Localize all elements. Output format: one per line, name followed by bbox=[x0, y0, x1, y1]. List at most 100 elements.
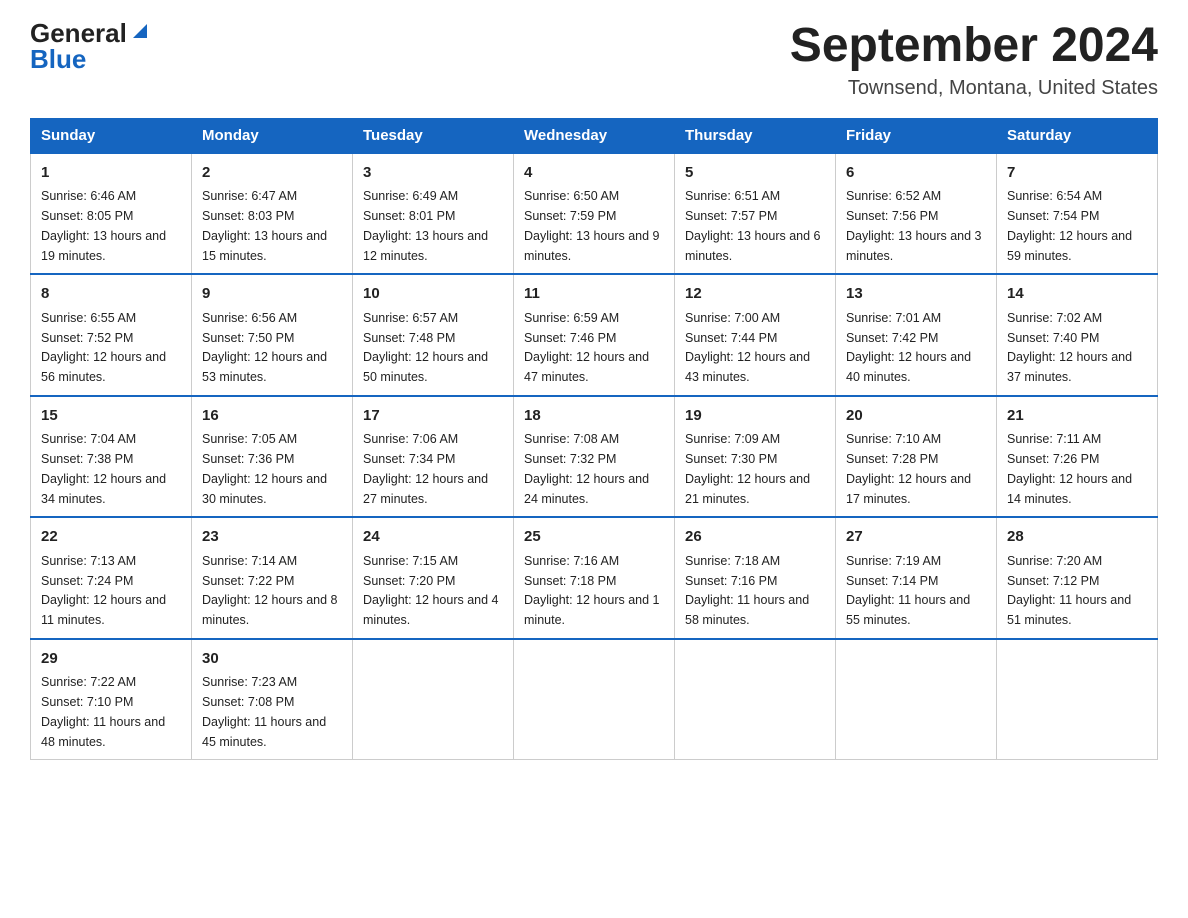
sunset-info: Sunset: 7:56 PM bbox=[846, 209, 938, 223]
day-number: 11 bbox=[524, 283, 664, 306]
sunrise-info: Sunrise: 6:54 AM bbox=[1007, 189, 1102, 203]
sunrise-info: Sunrise: 7:18 AM bbox=[685, 554, 780, 568]
day-number: 29 bbox=[41, 648, 181, 671]
day-number: 22 bbox=[41, 526, 181, 549]
day-number: 27 bbox=[846, 526, 986, 549]
daylight-info: Daylight: 11 hours and 58 minutes. bbox=[685, 593, 809, 627]
calendar-week-row: 8 Sunrise: 6:55 AM Sunset: 7:52 PM Dayli… bbox=[31, 274, 1158, 396]
table-row bbox=[353, 639, 514, 760]
sunset-info: Sunset: 7:38 PM bbox=[41, 452, 133, 466]
sunrise-info: Sunrise: 7:10 AM bbox=[846, 432, 941, 446]
day-number: 20 bbox=[846, 405, 986, 428]
sunrise-info: Sunrise: 6:46 AM bbox=[41, 189, 136, 203]
table-row: 16 Sunrise: 7:05 AM Sunset: 7:36 PM Dayl… bbox=[192, 396, 353, 518]
table-row: 24 Sunrise: 7:15 AM Sunset: 7:20 PM Dayl… bbox=[353, 517, 514, 639]
calendar-title: September 2024 bbox=[790, 20, 1158, 73]
table-row: 6 Sunrise: 6:52 AM Sunset: 7:56 PM Dayli… bbox=[836, 153, 997, 275]
title-block: September 2024 Townsend, Montana, United… bbox=[790, 20, 1158, 100]
day-number: 1 bbox=[41, 162, 181, 185]
sunset-info: Sunset: 7:42 PM bbox=[846, 331, 938, 345]
sunrise-info: Sunrise: 7:11 AM bbox=[1007, 432, 1101, 446]
sunrise-info: Sunrise: 6:55 AM bbox=[41, 311, 136, 325]
sunrise-info: Sunrise: 7:05 AM bbox=[202, 432, 297, 446]
sunset-info: Sunset: 8:01 PM bbox=[363, 209, 455, 223]
day-number: 23 bbox=[202, 526, 342, 549]
day-number: 8 bbox=[41, 283, 181, 306]
day-number: 24 bbox=[363, 526, 503, 549]
day-number: 28 bbox=[1007, 526, 1147, 549]
header-thursday: Thursday bbox=[675, 118, 836, 153]
table-row: 17 Sunrise: 7:06 AM Sunset: 7:34 PM Dayl… bbox=[353, 396, 514, 518]
table-row: 15 Sunrise: 7:04 AM Sunset: 7:38 PM Dayl… bbox=[31, 396, 192, 518]
sunset-info: Sunset: 7:08 PM bbox=[202, 695, 294, 709]
sunrise-info: Sunrise: 6:51 AM bbox=[685, 189, 780, 203]
table-row: 8 Sunrise: 6:55 AM Sunset: 7:52 PM Dayli… bbox=[31, 274, 192, 396]
sunset-info: Sunset: 7:10 PM bbox=[41, 695, 133, 709]
table-row: 1 Sunrise: 6:46 AM Sunset: 8:05 PM Dayli… bbox=[31, 153, 192, 275]
sunrise-info: Sunrise: 7:22 AM bbox=[41, 675, 136, 689]
table-row: 18 Sunrise: 7:08 AM Sunset: 7:32 PM Dayl… bbox=[514, 396, 675, 518]
day-number: 9 bbox=[202, 283, 342, 306]
table-row: 4 Sunrise: 6:50 AM Sunset: 7:59 PM Dayli… bbox=[514, 153, 675, 275]
daylight-info: Daylight: 12 hours and 59 minutes. bbox=[1007, 229, 1132, 263]
daylight-info: Daylight: 11 hours and 48 minutes. bbox=[41, 715, 165, 749]
sunset-info: Sunset: 8:05 PM bbox=[41, 209, 133, 223]
day-number: 17 bbox=[363, 405, 503, 428]
sunset-info: Sunset: 7:24 PM bbox=[41, 574, 133, 588]
day-number: 18 bbox=[524, 405, 664, 428]
table-row bbox=[836, 639, 997, 760]
day-number: 25 bbox=[524, 526, 664, 549]
table-row: 20 Sunrise: 7:10 AM Sunset: 7:28 PM Dayl… bbox=[836, 396, 997, 518]
daylight-info: Daylight: 12 hours and 11 minutes. bbox=[41, 593, 166, 627]
daylight-info: Daylight: 12 hours and 24 minutes. bbox=[524, 472, 649, 506]
day-number: 7 bbox=[1007, 162, 1147, 185]
header-sunday: Sunday bbox=[31, 118, 192, 153]
sunrise-info: Sunrise: 6:50 AM bbox=[524, 189, 619, 203]
table-row: 11 Sunrise: 6:59 AM Sunset: 7:46 PM Dayl… bbox=[514, 274, 675, 396]
sunset-info: Sunset: 7:46 PM bbox=[524, 331, 616, 345]
sunrise-info: Sunrise: 7:06 AM bbox=[363, 432, 458, 446]
daylight-info: Daylight: 11 hours and 51 minutes. bbox=[1007, 593, 1131, 627]
sunset-info: Sunset: 7:16 PM bbox=[685, 574, 777, 588]
sunset-info: Sunset: 7:20 PM bbox=[363, 574, 455, 588]
sunset-info: Sunset: 7:32 PM bbox=[524, 452, 616, 466]
sunset-info: Sunset: 7:44 PM bbox=[685, 331, 777, 345]
daylight-info: Daylight: 12 hours and 30 minutes. bbox=[202, 472, 327, 506]
sunset-info: Sunset: 7:40 PM bbox=[1007, 331, 1099, 345]
calendar-week-row: 1 Sunrise: 6:46 AM Sunset: 8:05 PM Dayli… bbox=[31, 153, 1158, 275]
table-row: 12 Sunrise: 7:00 AM Sunset: 7:44 PM Dayl… bbox=[675, 274, 836, 396]
sunrise-info: Sunrise: 7:19 AM bbox=[846, 554, 941, 568]
day-number: 21 bbox=[1007, 405, 1147, 428]
daylight-info: Daylight: 13 hours and 9 minutes. bbox=[524, 229, 660, 263]
daylight-info: Daylight: 12 hours and 27 minutes. bbox=[363, 472, 488, 506]
table-row: 5 Sunrise: 6:51 AM Sunset: 7:57 PM Dayli… bbox=[675, 153, 836, 275]
table-row: 3 Sunrise: 6:49 AM Sunset: 8:01 PM Dayli… bbox=[353, 153, 514, 275]
table-row: 30 Sunrise: 7:23 AM Sunset: 7:08 PM Dayl… bbox=[192, 639, 353, 760]
sunrise-info: Sunrise: 7:14 AM bbox=[202, 554, 297, 568]
day-number: 4 bbox=[524, 162, 664, 185]
sunrise-info: Sunrise: 7:20 AM bbox=[1007, 554, 1102, 568]
sunset-info: Sunset: 7:48 PM bbox=[363, 331, 455, 345]
day-number: 3 bbox=[363, 162, 503, 185]
daylight-info: Daylight: 12 hours and 8 minutes. bbox=[202, 593, 338, 627]
header-friday: Friday bbox=[836, 118, 997, 153]
sunset-info: Sunset: 7:59 PM bbox=[524, 209, 616, 223]
table-row: 29 Sunrise: 7:22 AM Sunset: 7:10 PM Dayl… bbox=[31, 639, 192, 760]
sunrise-info: Sunrise: 7:23 AM bbox=[202, 675, 297, 689]
sunrise-info: Sunrise: 7:00 AM bbox=[685, 311, 780, 325]
logo-general-text: General bbox=[30, 20, 127, 46]
table-row: 21 Sunrise: 7:11 AM Sunset: 7:26 PM Dayl… bbox=[997, 396, 1158, 518]
sunrise-info: Sunrise: 6:47 AM bbox=[202, 189, 297, 203]
table-row: 26 Sunrise: 7:18 AM Sunset: 7:16 PM Dayl… bbox=[675, 517, 836, 639]
sunset-info: Sunset: 7:26 PM bbox=[1007, 452, 1099, 466]
daylight-info: Daylight: 12 hours and 47 minutes. bbox=[524, 350, 649, 384]
sunrise-info: Sunrise: 6:52 AM bbox=[846, 189, 941, 203]
header-tuesday: Tuesday bbox=[353, 118, 514, 153]
sunset-info: Sunset: 7:14 PM bbox=[846, 574, 938, 588]
daylight-info: Daylight: 12 hours and 40 minutes. bbox=[846, 350, 971, 384]
daylight-info: Daylight: 12 hours and 17 minutes. bbox=[846, 472, 971, 506]
sunset-info: Sunset: 7:54 PM bbox=[1007, 209, 1099, 223]
header-wednesday: Wednesday bbox=[514, 118, 675, 153]
table-row: 23 Sunrise: 7:14 AM Sunset: 7:22 PM Dayl… bbox=[192, 517, 353, 639]
sunrise-info: Sunrise: 7:15 AM bbox=[363, 554, 458, 568]
